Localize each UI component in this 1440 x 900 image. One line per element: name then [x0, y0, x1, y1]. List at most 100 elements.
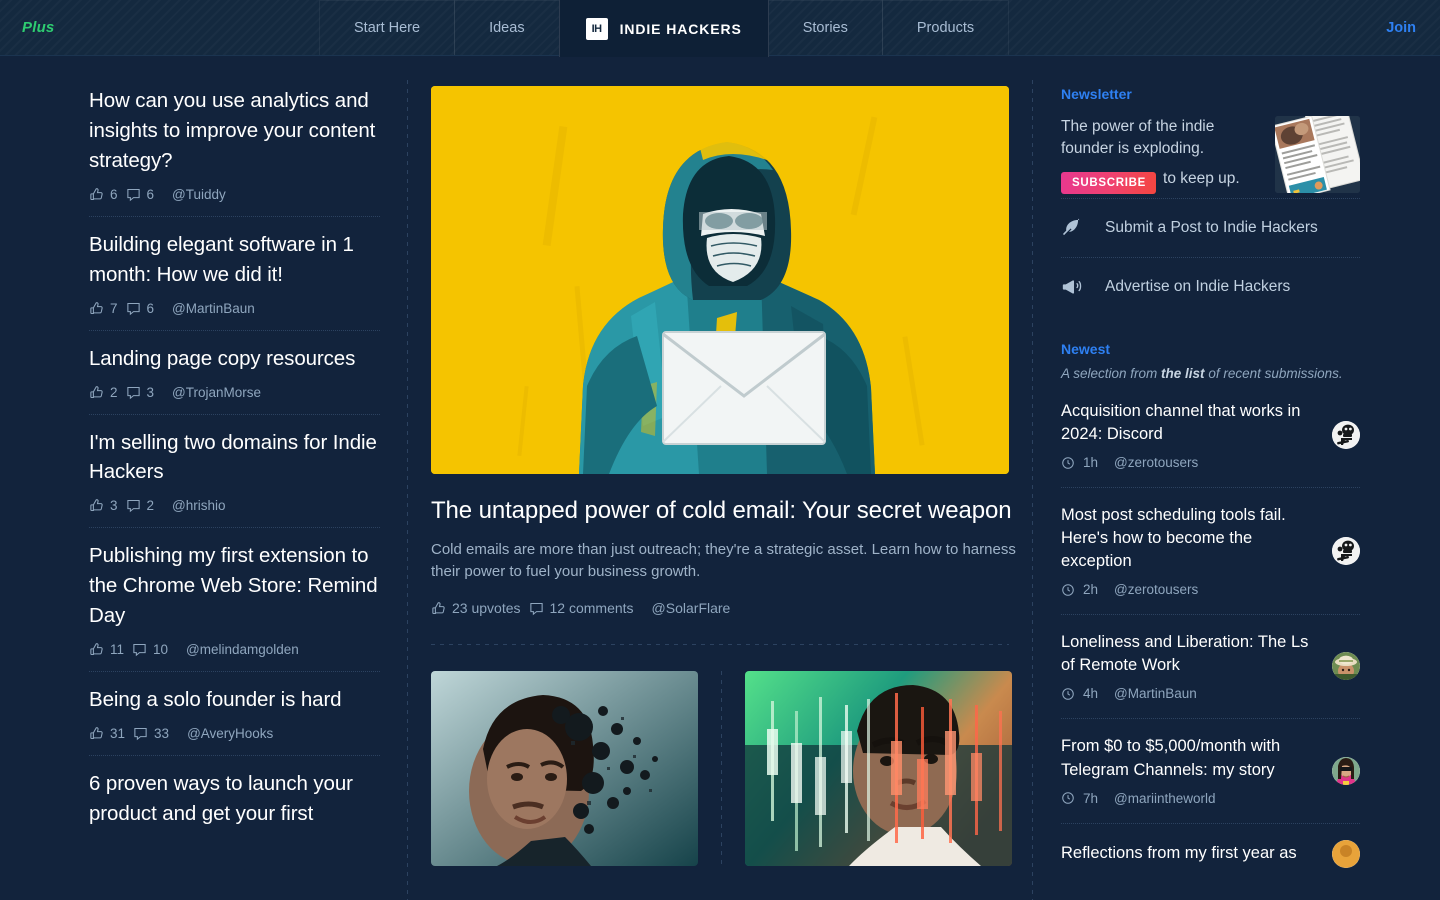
upvote-group[interactable]: 6	[89, 187, 118, 202]
post-author[interactable]: @MartinBaun	[172, 301, 255, 316]
comment-group[interactable]: 12 comments	[529, 600, 634, 616]
orange-avatar	[1332, 839, 1360, 868]
comment-group[interactable]: 3	[126, 385, 154, 400]
list-item[interactable]: How can you use analytics and insights t…	[89, 86, 380, 217]
newest-item-author[interactable]: @zerotousers	[1114, 455, 1198, 470]
tab-stories[interactable]: Stories	[767, 0, 883, 55]
tab-ideas-label: Ideas	[489, 20, 525, 36]
subscribe-button[interactable]: SUBSCRIBE	[1061, 171, 1157, 194]
post-title[interactable]: Being a solo founder is hard	[89, 685, 380, 715]
upvote-group[interactable]: 31	[89, 726, 125, 741]
top-navigation-bar: Plus Start Here Ideas IH INDIE HACKERS S…	[0, 0, 1440, 57]
list-item[interactable]: Being a solo founder is hard 31 33 @Aver…	[89, 672, 380, 757]
newest-item-title[interactable]: From $0 to $5,000/month with Telegram Ch…	[1061, 735, 1318, 781]
newsletter-keepup-text: to keep up.	[1163, 169, 1240, 187]
comment-count: 2	[146, 498, 155, 514]
newest-item-title[interactable]: Most post scheduling tools fail. Here's …	[1061, 504, 1318, 573]
tab-start-here[interactable]: Start Here	[319, 0, 456, 55]
comment-group[interactable]: 33	[133, 726, 169, 741]
newest-item-title[interactable]: Acquisition channel that works in 2024: …	[1061, 400, 1318, 446]
list-item[interactable]: Landing page copy resources 2 3 @TrojanM…	[89, 331, 380, 415]
newest-item-meta: 2h @zerotousers	[1061, 582, 1318, 597]
avatar[interactable]	[1332, 839, 1360, 868]
post-author[interactable]: @hrishio	[172, 498, 225, 513]
post-author[interactable]: @AveryHooks	[187, 726, 273, 741]
upvote-count: 11	[110, 642, 125, 658]
avatar[interactable]	[1332, 536, 1360, 565]
post-author[interactable]: @Tuiddy	[172, 187, 226, 202]
secondary-post-image-1[interactable]	[431, 671, 698, 867]
comment-count-label: 12 comments	[549, 600, 634, 617]
comment-group[interactable]: 6	[126, 301, 154, 316]
plus-logo[interactable]: Plus	[22, 19, 54, 36]
post-title[interactable]: I'm selling two domains for Indie Hacker…	[89, 428, 380, 488]
upvote-group[interactable]: 7	[89, 301, 118, 316]
comment-group[interactable]: 2	[126, 498, 155, 514]
post-title[interactable]: Landing page copy resources	[89, 344, 380, 374]
newest-item-body: Acquisition channel that works in 2024: …	[1061, 400, 1318, 470]
upvote-group[interactable]: 2	[89, 385, 118, 400]
comment-group[interactable]: 6	[126, 187, 154, 202]
list-item[interactable]: Building elegant software in 1 month: Ho…	[89, 217, 380, 331]
list-item[interactable]: I'm selling two domains for Indie Hacker…	[89, 415, 380, 529]
tab-products[interactable]: Products	[881, 0, 1010, 55]
secondary-post-card[interactable]	[745, 671, 1012, 867]
list-item[interactable]: From $0 to $5,000/month with Telegram Ch…	[1061, 719, 1360, 824]
comment-icon	[529, 602, 543, 616]
newest-item-author[interactable]: @mariintheworld	[1114, 791, 1216, 806]
featured-post-image[interactable]	[431, 86, 1009, 474]
newest-item-meta: 7h @mariintheworld	[1061, 791, 1318, 806]
featured-post-author[interactable]: @SolarFlare	[652, 600, 731, 616]
list-item[interactable]: Acquisition channel that works in 2024: …	[1061, 384, 1360, 489]
list-item[interactable]: 6 proven ways to launch your product and…	[89, 756, 380, 843]
featured-post-title[interactable]: The untapped power of cold email: Your s…	[431, 494, 1032, 527]
avatar[interactable]	[1332, 420, 1360, 449]
section-divider	[431, 644, 1009, 646]
newest-item-meta: 1h @zerotousers	[1061, 455, 1318, 470]
advertise-link[interactable]: Advertise on Indie Hackers	[1061, 256, 1360, 316]
newest-item-author[interactable]: @zerotousers	[1114, 582, 1198, 597]
secondary-post-image-2[interactable]	[745, 671, 1012, 867]
submit-post-link[interactable]: Submit a Post to Indie Hackers	[1061, 197, 1360, 257]
upvote-group[interactable]: 11	[89, 642, 124, 657]
post-title[interactable]: How can you use analytics and insights t…	[89, 86, 380, 176]
secondary-post-card[interactable]	[431, 671, 698, 867]
thumbs-up-icon	[90, 727, 103, 740]
clock-icon	[1062, 688, 1074, 700]
upvote-group[interactable]: 23 upvotes	[431, 600, 521, 616]
newest-item-author[interactable]: @MartinBaun	[1114, 686, 1197, 701]
clock-icon	[1062, 792, 1074, 804]
post-title[interactable]: Publishing my first extension to the Chr…	[89, 541, 380, 631]
indie-hackers-logo-icon: IH	[585, 17, 608, 40]
comment-group[interactable]: 10	[132, 642, 168, 657]
newsletter-body: The power of the indie founder is explod…	[1061, 116, 1261, 194]
newsletter-section: Newsletter The power of the indie founde…	[1061, 86, 1360, 194]
list-item[interactable]: Loneliness and Liberation: The Ls of Rem…	[1061, 615, 1360, 720]
list-item[interactable]: Most post scheduling tools fail. Here's …	[1061, 488, 1360, 616]
upvote-group[interactable]: 3	[89, 498, 118, 513]
newest-item-body: From $0 to $5,000/month with Telegram Ch…	[1061, 735, 1318, 805]
post-meta: 2 3 @TrojanMorse	[89, 385, 380, 400]
newest-heading[interactable]: Newest	[1061, 341, 1360, 357]
newsletter-thumbnail[interactable]	[1275, 116, 1360, 193]
avatar[interactable]	[1332, 652, 1360, 681]
list-item[interactable]: Reflections from my first year as	[1061, 824, 1360, 885]
newest-item-title[interactable]: Reflections from my first year as	[1061, 842, 1318, 865]
thumbs-up-icon	[90, 187, 103, 200]
tab-ideas[interactable]: Ideas	[454, 0, 560, 55]
list-item[interactable]: Publishing my first extension to the Chr…	[89, 528, 380, 673]
post-author[interactable]: @melindamgolden	[186, 642, 299, 657]
newsletter-text: The power of the indie founder is explod…	[1061, 118, 1215, 158]
post-title[interactable]: Building elegant software in 1 month: Ho…	[89, 230, 380, 290]
tab-indie-hackers[interactable]: IH INDIE HACKERS	[558, 0, 769, 57]
secondary-posts-divider	[721, 671, 722, 867]
post-title[interactable]: 6 proven ways to launch your product and…	[89, 769, 380, 829]
avatar[interactable]	[1332, 756, 1360, 785]
thumbs-up-icon	[90, 301, 103, 314]
the-list-link[interactable]: the list	[1161, 366, 1205, 381]
newsletter-heading[interactable]: Newsletter	[1061, 86, 1360, 102]
nav-tabs: Start Here Ideas IH INDIE HACKERS Storie…	[319, 0, 1010, 57]
join-link[interactable]: Join	[1386, 20, 1416, 36]
post-author[interactable]: @TrojanMorse	[172, 385, 261, 400]
newest-item-title[interactable]: Loneliness and Liberation: The Ls of Rem…	[1061, 631, 1318, 677]
